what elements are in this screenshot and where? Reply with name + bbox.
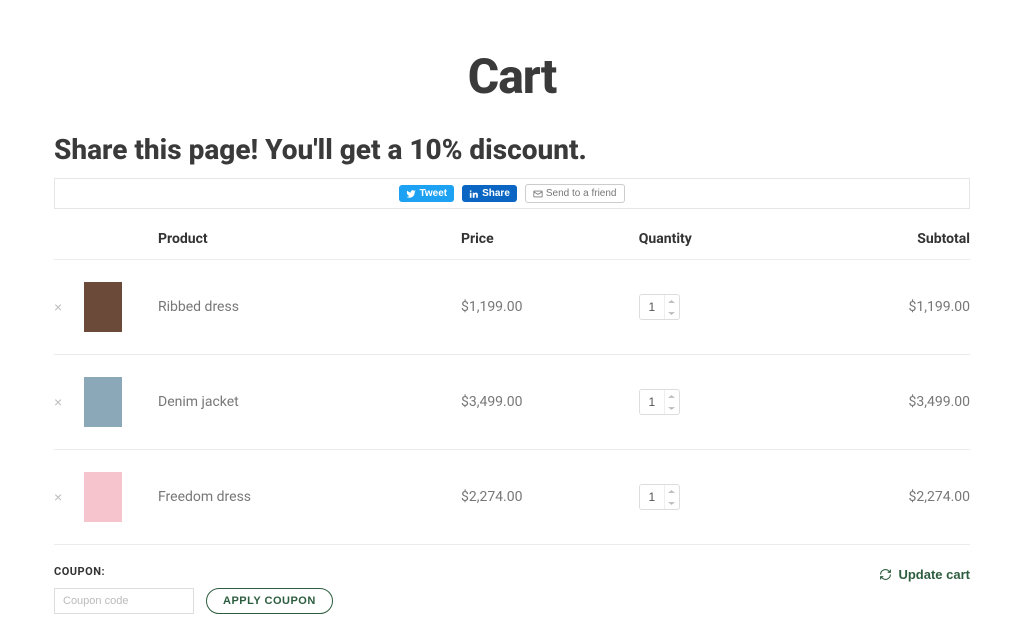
product-name[interactable]: Freedom dress xyxy=(158,489,251,505)
remove-button[interactable]: × xyxy=(54,299,62,315)
product-name[interactable]: Ribbed dress xyxy=(158,299,239,315)
linkedin-label: Share xyxy=(482,187,510,200)
remove-button[interactable]: × xyxy=(54,394,62,410)
quantity-up-button[interactable] xyxy=(665,390,679,402)
quantity-down-button[interactable] xyxy=(665,307,679,319)
update-cart-label: Update cart xyxy=(898,567,970,582)
chevron-up-icon xyxy=(668,489,675,494)
remove-button[interactable]: × xyxy=(54,489,62,505)
product-subtotal: $3,499.00 xyxy=(908,394,970,410)
product-subtotal: $1,199.00 xyxy=(908,299,970,315)
refresh-icon xyxy=(879,568,892,581)
product-thumbnail[interactable] xyxy=(84,377,122,427)
coupon-label: COUPON: xyxy=(54,565,333,578)
product-thumbnail[interactable] xyxy=(84,282,122,332)
quantity-up-button[interactable] xyxy=(665,295,679,307)
envelope-icon xyxy=(533,189,543,199)
product-price: $1,199.00 xyxy=(461,299,523,315)
quantity-input[interactable] xyxy=(640,295,664,319)
product-subtotal: $2,274.00 xyxy=(908,489,970,505)
header-product: Product xyxy=(140,219,461,260)
chevron-down-icon xyxy=(668,311,675,316)
product-name[interactable]: Denim jacket xyxy=(158,394,239,410)
send-friend-label: Send to a friend xyxy=(546,187,617,200)
chevron-down-icon xyxy=(668,406,675,411)
apply-coupon-button[interactable]: APPLY COUPON xyxy=(206,588,333,614)
table-row: × Denim jacket $3,499.00 $3,499.00 xyxy=(54,355,970,450)
share-bar: Tweet Share Send to a friend xyxy=(54,178,970,209)
header-subtotal: Subtotal xyxy=(792,219,970,260)
product-price: $2,274.00 xyxy=(461,489,523,505)
page-title: Cart xyxy=(54,48,970,105)
tweet-button[interactable]: Tweet xyxy=(399,185,454,202)
update-cart-button[interactable]: Update cart xyxy=(879,567,970,582)
quantity-stepper xyxy=(639,484,680,510)
chevron-up-icon xyxy=(668,299,675,304)
coupon-input[interactable] xyxy=(54,588,194,614)
quantity-down-button[interactable] xyxy=(665,402,679,414)
tweet-label: Tweet xyxy=(419,187,447,200)
quantity-stepper xyxy=(639,294,680,320)
linkedin-share-button[interactable]: Share xyxy=(462,185,517,202)
linkedin-icon xyxy=(469,189,479,199)
header-price: Price xyxy=(461,219,639,260)
product-thumbnail[interactable] xyxy=(84,472,122,522)
quantity-down-button[interactable] xyxy=(665,497,679,509)
chevron-up-icon xyxy=(668,394,675,399)
product-price: $3,499.00 xyxy=(461,394,523,410)
send-to-friend-button[interactable]: Send to a friend xyxy=(525,184,625,203)
header-quantity: Quantity xyxy=(639,219,792,260)
cart-table: Product Price Quantity Subtotal × Ribbed… xyxy=(54,219,970,545)
quantity-up-button[interactable] xyxy=(665,485,679,497)
coupon-block: COUPON: APPLY COUPON xyxy=(54,565,333,614)
table-row: × Ribbed dress $1,199.00 $1,199.00 xyxy=(54,260,970,355)
twitter-icon xyxy=(406,189,416,199)
table-row: × Freedom dress $2,274.00 $2,274.00 xyxy=(54,450,970,545)
quantity-input[interactable] xyxy=(640,485,664,509)
quantity-input[interactable] xyxy=(640,390,664,414)
chevron-down-icon xyxy=(668,501,675,506)
share-heading: Share this page! You'll get a 10% discou… xyxy=(54,133,970,166)
quantity-stepper xyxy=(639,389,680,415)
